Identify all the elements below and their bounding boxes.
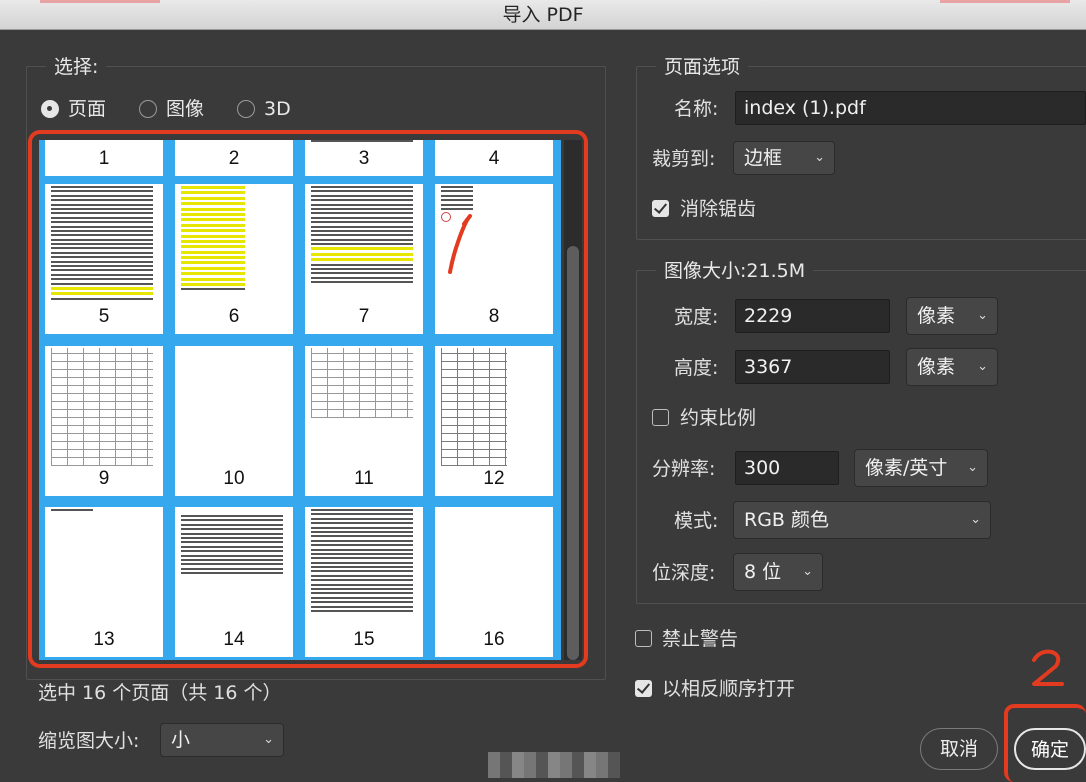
name-label: 名称: bbox=[674, 98, 719, 120]
resolution-unit-value: 像素/英寸 bbox=[865, 457, 948, 479]
width-unit-select[interactable]: 像素 ⌄ bbox=[906, 297, 998, 335]
height-field[interactable]: 3367 bbox=[735, 350, 890, 384]
mode-value: RGB 颜色 bbox=[744, 509, 829, 531]
radio-images-label[interactable]: 图像 bbox=[166, 97, 204, 121]
resolution-label: 分辨率: bbox=[652, 458, 716, 480]
suppress-warnings-label[interactable]: 禁止警告 bbox=[662, 622, 738, 656]
resolution-unit-select[interactable]: 像素/英寸 ⌄ bbox=[854, 449, 988, 487]
title-accent bbox=[940, 0, 1070, 3]
width-field[interactable]: 2229 bbox=[735, 299, 890, 333]
antialias-checkbox[interactable] bbox=[652, 200, 669, 217]
thumb-size-value: 小 bbox=[171, 729, 191, 751]
width-label: 宽度: bbox=[674, 306, 719, 328]
thumb-size-select[interactable]: 小 ⌄ bbox=[160, 723, 284, 757]
depth-label: 位深度: bbox=[652, 562, 716, 584]
reverse-order-label[interactable]: 以相反顺序打开 bbox=[662, 672, 795, 706]
antialias-label[interactable]: 消除锯齿 bbox=[680, 192, 756, 226]
chevron-down-icon: ⌄ bbox=[263, 732, 274, 747]
annotation-box-ok bbox=[1004, 704, 1086, 782]
mode-label: 模式: bbox=[674, 510, 719, 532]
resolution-field[interactable]: 300 bbox=[735, 451, 839, 485]
height-label: 高度: bbox=[674, 357, 719, 379]
annotation-mark-1 bbox=[448, 214, 472, 274]
crop-label: 裁剪到: bbox=[652, 148, 716, 170]
radio-pages-label[interactable]: 页面 bbox=[68, 97, 106, 121]
constrain-checkbox[interactable] bbox=[652, 409, 669, 426]
page-options-legend: 页面选项 bbox=[656, 55, 749, 79]
mode-select[interactable]: RGB 颜色 ⌄ bbox=[733, 501, 991, 539]
annotation-mark-2 bbox=[1032, 649, 1064, 686]
chevron-down-icon: ⌄ bbox=[967, 460, 978, 475]
title-accent bbox=[40, 0, 160, 3]
chevron-down-icon: ⌄ bbox=[977, 308, 988, 323]
chevron-down-icon: ⌄ bbox=[814, 150, 825, 165]
dialog-titlebar: 导入 PDF bbox=[0, 0, 1086, 30]
radio-3d[interactable] bbox=[237, 100, 255, 118]
crop-select[interactable]: 边框 ⌄ bbox=[733, 141, 835, 175]
name-field[interactable]: index (1).pdf bbox=[735, 91, 1086, 125]
reverse-order-checkbox[interactable] bbox=[635, 680, 652, 697]
crop-value: 边框 bbox=[744, 147, 783, 169]
chevron-down-icon: ⌄ bbox=[977, 359, 988, 374]
annotation-box-thumbnails bbox=[28, 130, 588, 668]
radio-images[interactable] bbox=[139, 100, 157, 118]
depth-value: 8 位 bbox=[744, 561, 782, 583]
constrain-label[interactable]: 约束比例 bbox=[680, 401, 756, 435]
depth-select[interactable]: 8 位 ⌄ bbox=[733, 553, 823, 591]
selection-status: 选中 16 个页面（共 16 个） bbox=[38, 682, 282, 704]
select-legend: 选择: bbox=[46, 55, 107, 79]
radio-pages[interactable] bbox=[41, 100, 59, 118]
height-unit-value: 像素 bbox=[917, 356, 956, 378]
cancel-button[interactable]: 取消 bbox=[920, 728, 998, 770]
chevron-down-icon: ⌄ bbox=[802, 564, 813, 579]
thumb-size-label: 缩览图大小: bbox=[38, 730, 140, 752]
radio-3d-label[interactable]: 3D bbox=[264, 97, 291, 121]
blurred-watermark bbox=[488, 752, 620, 778]
chevron-down-icon: ⌄ bbox=[970, 512, 981, 527]
suppress-warnings-checkbox[interactable] bbox=[635, 630, 652, 647]
height-unit-select[interactable]: 像素 ⌄ bbox=[906, 348, 998, 386]
dialog-title: 导入 PDF bbox=[502, 4, 584, 26]
width-unit-value: 像素 bbox=[917, 305, 956, 327]
image-size-legend: 图像大小:21.5M bbox=[656, 259, 814, 283]
